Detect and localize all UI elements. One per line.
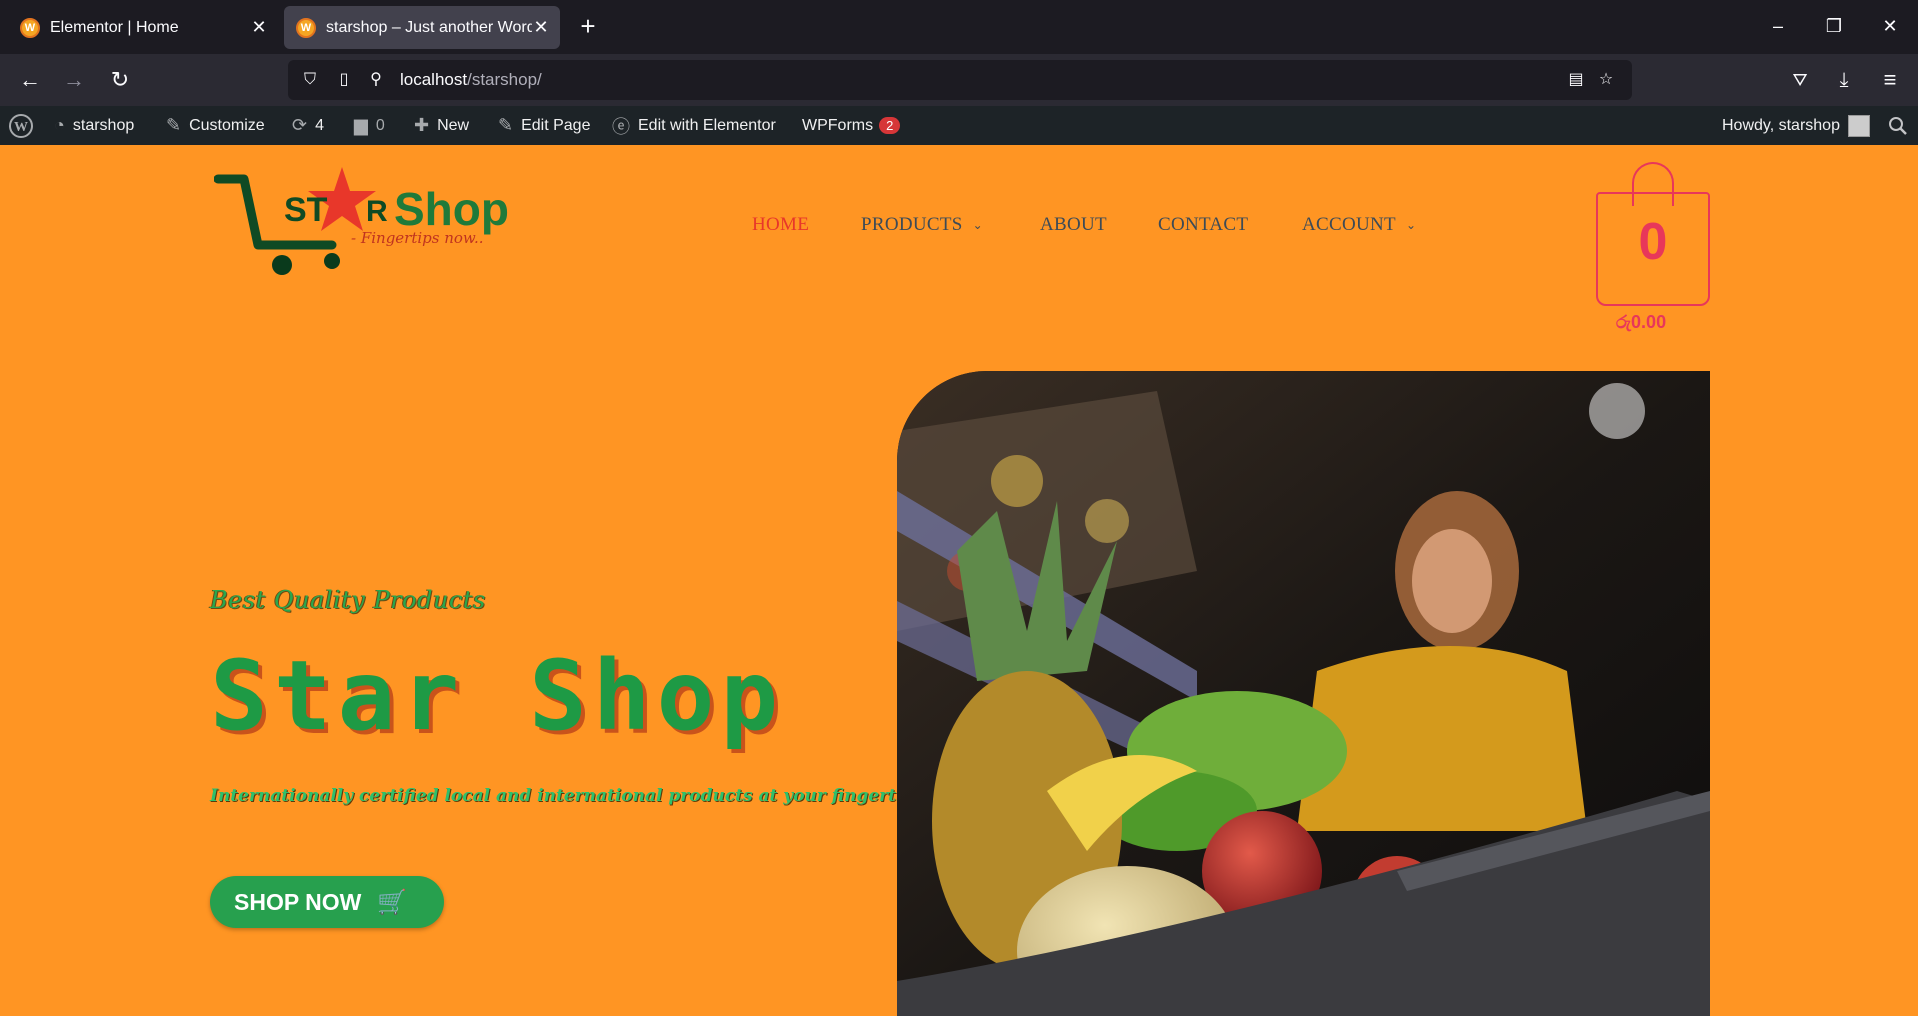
svg-text:Shop: Shop xyxy=(394,183,509,235)
admin-wpforms-link[interactable]: WPForms 2 xyxy=(802,106,901,145)
nav-account[interactable]: ACCOUNT ⌄ xyxy=(1302,214,1416,236)
search-icon[interactable] xyxy=(1888,106,1908,145)
svg-text:R: R xyxy=(366,195,388,228)
hero-image xyxy=(897,371,1710,1016)
comment-icon: ▆ xyxy=(354,115,368,135)
admin-comments-link[interactable]: ▆ 0 xyxy=(354,106,385,145)
wordpress-logo-icon[interactable]: W xyxy=(8,106,34,145)
browser-nav-bar: ← → ↻ ⛉ ▯ ⚲ localhost/starshop/ ▤ ☆ ⛛ ⤓ … xyxy=(0,54,1918,106)
tab-starshop[interactable]: W starshop – Just another WordPre ✕ xyxy=(284,6,560,49)
minimize-icon[interactable]: – xyxy=(1762,10,1794,42)
nav-home[interactable]: HOME xyxy=(752,214,809,236)
site-permissions-icon[interactable]: ⚲ xyxy=(364,68,388,92)
hero-title: Star Shop xyxy=(210,640,785,752)
forward-arrow-icon[interactable]: → xyxy=(58,64,90,96)
brush-icon: ✎ xyxy=(166,115,182,135)
wordpress-favicon-icon: W xyxy=(20,17,40,38)
hero-subtitle: Best Quality Products xyxy=(210,586,486,614)
tab-title: Elementor | Home xyxy=(50,18,179,36)
svg-text:- Fingertips now..: - Fingertips now.. xyxy=(351,229,484,247)
cart-total[interactable]: රු0.00 xyxy=(1616,312,1666,333)
address-bar[interactable]: ⛉ ▯ ⚲ localhost/starshop/ ▤ ☆ xyxy=(288,60,1632,100)
hero-description: Internationally certified local and inte… xyxy=(210,786,956,806)
wordpress-favicon-icon: W xyxy=(296,17,316,38)
admin-edit-page-link[interactable]: ✎ Edit Page xyxy=(498,106,590,145)
browser-tab-strip: W Elementor | Home ✕ W starshop – Just a… xyxy=(0,0,1918,54)
svg-text:ST: ST xyxy=(284,191,328,229)
new-tab-button[interactable]: + xyxy=(574,12,602,40)
chevron-down-icon: ⌄ xyxy=(972,218,984,233)
url-text[interactable]: localhost/starshop/ xyxy=(400,70,542,90)
admin-site-link[interactable]: ◔ starshop xyxy=(54,106,134,145)
wp-admin-bar: W ◔ starshop ✎ Customize ⟳ 4 ▆ 0 ✚ New ✎… xyxy=(0,106,1918,145)
close-window-icon[interactable]: ✕ xyxy=(1874,10,1906,42)
shop-now-button[interactable]: SHOP NOW 🛒 xyxy=(210,876,444,928)
page-icon[interactable]: ▯ xyxy=(332,68,356,92)
admin-updates-link[interactable]: ⟳ 4 xyxy=(292,106,324,145)
svg-text:W: W xyxy=(14,120,28,135)
admin-customize-link[interactable]: ✎ Customize xyxy=(166,106,265,145)
pocket-icon[interactable]: ⛛ xyxy=(1784,64,1816,96)
menu-icon[interactable]: ≡ xyxy=(1874,64,1906,96)
bookmark-star-icon[interactable]: ☆ xyxy=(1594,68,1618,92)
admin-account-menu[interactable]: Howdy, starshop xyxy=(1722,106,1870,145)
download-icon[interactable]: ⤓ xyxy=(1828,64,1860,96)
admin-edit-elementor-link[interactable]: ⓔ Edit with Elementor xyxy=(612,106,776,145)
updates-icon: ⟳ xyxy=(292,115,308,135)
notification-badge: 2 xyxy=(879,117,901,134)
back-arrow-icon[interactable]: ← xyxy=(14,64,46,96)
avatar xyxy=(1847,114,1870,137)
tab-elementor-home[interactable]: W Elementor | Home ✕ xyxy=(8,6,278,49)
elementor-icon: ⓔ xyxy=(612,116,630,137)
chevron-down-icon: ⌄ xyxy=(1405,218,1417,233)
nav-contact[interactable]: CONTACT xyxy=(1158,214,1248,236)
dashboard-icon: ◔ xyxy=(54,115,65,135)
plus-icon: ✚ xyxy=(414,115,430,135)
admin-new-link[interactable]: ✚ New xyxy=(414,106,469,145)
close-tab-icon[interactable]: ✕ xyxy=(532,17,550,38)
reload-icon[interactable]: ↻ xyxy=(104,64,136,96)
shield-icon[interactable]: ⛉ xyxy=(298,68,322,92)
restore-icon[interactable]: ❐ xyxy=(1818,10,1850,42)
shopping-cart-icon: 🛒 xyxy=(377,888,408,916)
reader-view-icon[interactable]: ▤ xyxy=(1564,68,1588,92)
site-logo[interactable]: ST R Shop - Fingertips now.. xyxy=(214,165,534,280)
nav-products[interactable]: PRODUCTS ⌄ xyxy=(861,214,983,236)
nav-about[interactable]: ABOUT xyxy=(1040,214,1107,236)
cart-count: 0 xyxy=(1638,213,1668,271)
tab-title: starshop – Just another WordPre xyxy=(326,18,532,36)
mini-cart[interactable]: 0 xyxy=(1596,160,1712,308)
pencil-icon: ✎ xyxy=(498,115,514,135)
close-tab-icon[interactable]: ✕ xyxy=(250,17,268,38)
